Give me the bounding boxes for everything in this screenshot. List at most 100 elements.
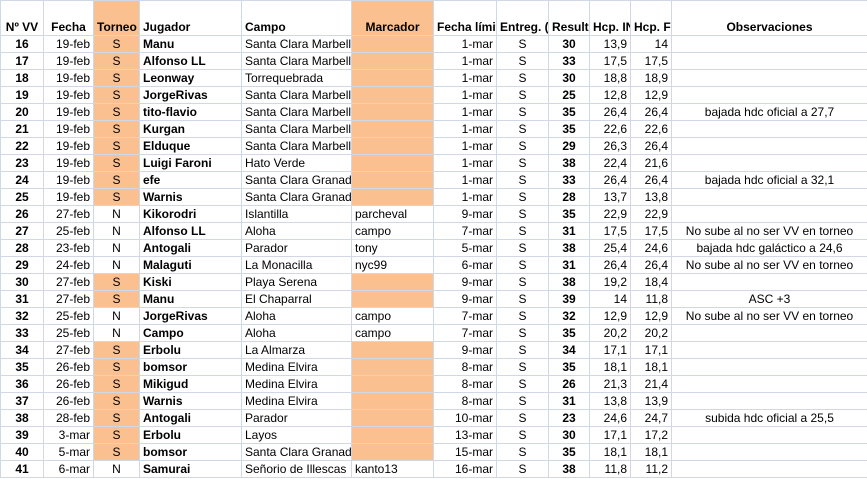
cell-fecha-limite[interactable]: 1-mar bbox=[433, 52, 497, 70]
cell-fecha[interactable]: 23-feb bbox=[43, 239, 94, 257]
cell-campo[interactable]: Santa Clara Granada bbox=[241, 188, 352, 206]
cell-torneo[interactable]: N bbox=[93, 239, 140, 257]
cell-jugador[interactable]: Campo bbox=[139, 324, 242, 342]
cell-campo[interactable]: Aloha bbox=[241, 324, 352, 342]
cell-hcp-ini[interactable]: 13,7 bbox=[589, 188, 631, 206]
cell-fecha[interactable]: 26-feb bbox=[43, 358, 94, 376]
cell-fecha[interactable]: 25-feb bbox=[43, 222, 94, 240]
cell-hcp-ini[interactable]: 14 bbox=[589, 290, 631, 308]
cell-fecha[interactable]: 27-feb bbox=[43, 273, 94, 291]
cell-fecha[interactable]: 27-feb bbox=[43, 341, 94, 359]
cell-marcador[interactable]: tony bbox=[351, 239, 434, 257]
cell-hcp-ini[interactable]: 19,2 bbox=[589, 273, 631, 291]
cell-jugador[interactable]: Alfonso LL bbox=[139, 52, 242, 70]
cell-torneo[interactable]: S bbox=[93, 290, 140, 308]
cell-marcador[interactable] bbox=[351, 426, 434, 444]
cell-marcador[interactable] bbox=[351, 86, 434, 104]
cell-campo[interactable]: Señorio de Illescas bbox=[241, 460, 352, 478]
cell-fecha-limite[interactable]: 1-mar bbox=[433, 137, 497, 155]
cell-fecha-limite[interactable]: 5-mar bbox=[433, 239, 497, 257]
cell-torneo[interactable]: S bbox=[93, 52, 140, 70]
cell-hcp-ini[interactable]: 26,4 bbox=[589, 256, 631, 274]
header-hcp-fin[interactable]: Hcp. FIN bbox=[630, 0, 672, 36]
cell-hcp-fin[interactable]: 21,6 bbox=[630, 154, 672, 172]
cell-observaciones[interactable]: bajada hdc oficial a 27,7 bbox=[671, 103, 867, 121]
cell-result[interactable]: 28 bbox=[548, 188, 590, 206]
cell-result[interactable]: 34 bbox=[548, 341, 590, 359]
cell-entreg[interactable]: S bbox=[496, 52, 549, 70]
cell-marcador[interactable] bbox=[351, 103, 434, 121]
cell-torneo[interactable]: N bbox=[93, 460, 140, 478]
cell-hcp-fin[interactable]: 12,9 bbox=[630, 307, 672, 325]
cell-observaciones[interactable] bbox=[671, 324, 867, 342]
cell-observaciones[interactable] bbox=[671, 341, 867, 359]
cell-entreg[interactable]: S bbox=[496, 375, 549, 393]
cell-hcp-ini[interactable]: 18,1 bbox=[589, 358, 631, 376]
cell-entreg[interactable]: S bbox=[496, 341, 549, 359]
cell-result[interactable]: 23 bbox=[548, 409, 590, 427]
cell-observaciones[interactable] bbox=[671, 35, 867, 53]
cell-torneo[interactable]: S bbox=[93, 341, 140, 359]
cell-entreg[interactable]: S bbox=[496, 239, 549, 257]
cell-result[interactable]: 35 bbox=[548, 358, 590, 376]
cell-num[interactable]: 28 bbox=[0, 239, 44, 257]
cell-fecha-limite[interactable]: 7-mar bbox=[433, 307, 497, 325]
cell-num[interactable]: 29 bbox=[0, 256, 44, 274]
cell-observaciones[interactable] bbox=[671, 273, 867, 291]
cell-campo[interactable]: Aloha bbox=[241, 222, 352, 240]
cell-campo[interactable]: Hato Verde bbox=[241, 154, 352, 172]
cell-hcp-fin[interactable]: 18,1 bbox=[630, 443, 672, 461]
cell-fecha[interactable]: 19-feb bbox=[43, 171, 94, 189]
cell-marcador[interactable]: campo bbox=[351, 324, 434, 342]
cell-hcp-ini[interactable]: 22,9 bbox=[589, 205, 631, 223]
header-result[interactable]: Result. bbox=[548, 0, 590, 36]
header-jugador[interactable]: Jugador bbox=[139, 0, 242, 36]
header-observaciones[interactable]: Observaciones bbox=[671, 0, 867, 36]
cell-torneo[interactable]: S bbox=[93, 35, 140, 53]
cell-entreg[interactable]: S bbox=[496, 120, 549, 138]
cell-jugador[interactable]: Mikigud bbox=[139, 375, 242, 393]
cell-campo[interactable]: Santa Clara Marbella bbox=[241, 86, 352, 104]
header-marcador[interactable]: Marcador bbox=[351, 0, 434, 36]
cell-fecha-limite[interactable]: 9-mar bbox=[433, 341, 497, 359]
header-hcp-ini[interactable]: Hcp. INI bbox=[589, 0, 631, 36]
cell-campo[interactable]: Parador bbox=[241, 409, 352, 427]
cell-hcp-ini[interactable]: 26,4 bbox=[589, 171, 631, 189]
cell-marcador[interactable] bbox=[351, 290, 434, 308]
cell-torneo[interactable]: S bbox=[93, 69, 140, 87]
cell-fecha[interactable]: 19-feb bbox=[43, 103, 94, 121]
cell-fecha[interactable]: 19-feb bbox=[43, 35, 94, 53]
cell-result[interactable]: 31 bbox=[548, 222, 590, 240]
cell-result[interactable]: 25 bbox=[548, 86, 590, 104]
cell-result[interactable]: 33 bbox=[548, 171, 590, 189]
cell-observaciones[interactable]: subida hdc oficial a 25,5 bbox=[671, 409, 867, 427]
cell-num[interactable]: 33 bbox=[0, 324, 44, 342]
cell-result[interactable]: 38 bbox=[548, 239, 590, 257]
cell-hcp-fin[interactable]: 21,4 bbox=[630, 375, 672, 393]
cell-entreg[interactable]: S bbox=[496, 171, 549, 189]
cell-fecha-limite[interactable]: 15-mar bbox=[433, 443, 497, 461]
cell-hcp-fin[interactable]: 26,4 bbox=[630, 256, 672, 274]
cell-result[interactable]: 32 bbox=[548, 307, 590, 325]
cell-marcador[interactable] bbox=[351, 35, 434, 53]
cell-result[interactable]: 38 bbox=[548, 460, 590, 478]
cell-entreg[interactable]: S bbox=[496, 188, 549, 206]
cell-campo[interactable]: Torrequebrada bbox=[241, 69, 352, 87]
cell-fecha[interactable]: 24-feb bbox=[43, 256, 94, 274]
cell-marcador[interactable]: campo bbox=[351, 307, 434, 325]
cell-marcador[interactable] bbox=[351, 375, 434, 393]
cell-result[interactable]: 38 bbox=[548, 273, 590, 291]
cell-campo[interactable]: Playa Serena bbox=[241, 273, 352, 291]
cell-jugador[interactable]: tito-flavio bbox=[139, 103, 242, 121]
cell-num[interactable]: 37 bbox=[0, 392, 44, 410]
cell-observaciones[interactable] bbox=[671, 69, 867, 87]
cell-fecha-limite[interactable]: 9-mar bbox=[433, 273, 497, 291]
cell-marcador[interactable]: campo bbox=[351, 222, 434, 240]
cell-result[interactable]: 35 bbox=[548, 120, 590, 138]
cell-hcp-ini[interactable]: 13,9 bbox=[589, 35, 631, 53]
cell-marcador[interactable] bbox=[351, 409, 434, 427]
cell-entreg[interactable]: S bbox=[496, 426, 549, 444]
cell-campo[interactable]: Santa Clara Granada bbox=[241, 171, 352, 189]
cell-torneo[interactable]: N bbox=[93, 222, 140, 240]
cell-hcp-fin[interactable]: 24,7 bbox=[630, 409, 672, 427]
